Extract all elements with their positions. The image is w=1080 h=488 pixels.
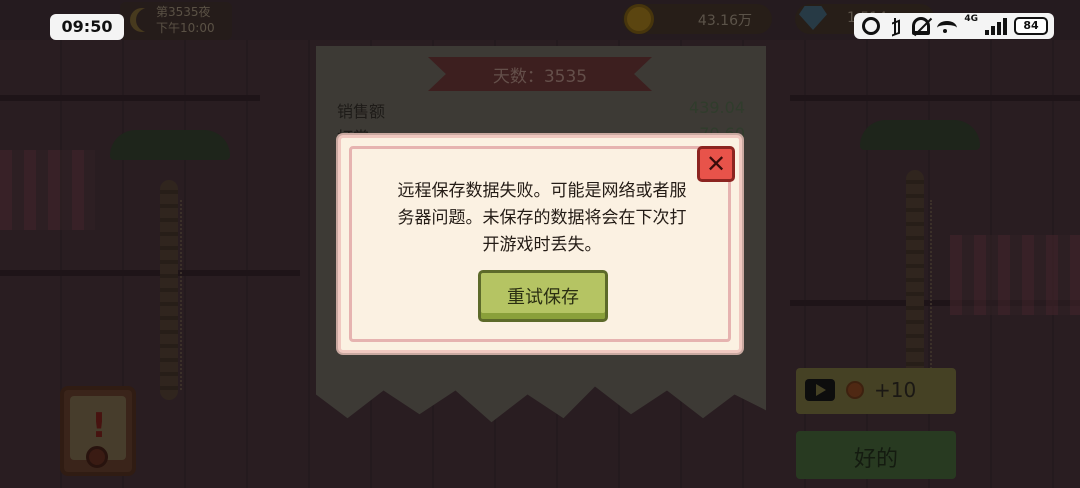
retry-save-button[interactable]: 重试保存 — [478, 270, 608, 322]
dialog-message-line: 远程保存数据失败。可能是网络或者服 — [397, 181, 687, 201]
close-icon: ✕ — [705, 150, 727, 178]
save-failed-dialog: 远程保存数据失败。可能是网络或者服 务器问题。未保存的数据将会在下次打 开游戏时… — [338, 135, 742, 353]
mute-bell-icon — [912, 17, 931, 35]
close-button[interactable]: ✕ — [697, 146, 735, 182]
retry-save-label: 重试保存 — [507, 287, 579, 308]
alarm-icon — [862, 17, 881, 35]
dialog-message: 远程保存数据失败。可能是网络或者服 务器问题。未保存的数据将会在下次打 开游戏时… — [377, 178, 707, 259]
dialog-message-line: 务器问题。未保存的数据将会在下次打 — [397, 208, 687, 228]
signal-icon — [985, 17, 1007, 35]
battery-icon: 84 — [1014, 17, 1048, 35]
dialog-message-line: 开游戏时丢失。 — [482, 235, 602, 255]
bluetooth-icon — [887, 17, 905, 35]
network-type: 4G — [964, 14, 978, 24]
status-icons: 4G 84 — [854, 13, 1054, 39]
status-time: 09:50 — [50, 14, 124, 40]
wifi-icon — [937, 21, 958, 35]
